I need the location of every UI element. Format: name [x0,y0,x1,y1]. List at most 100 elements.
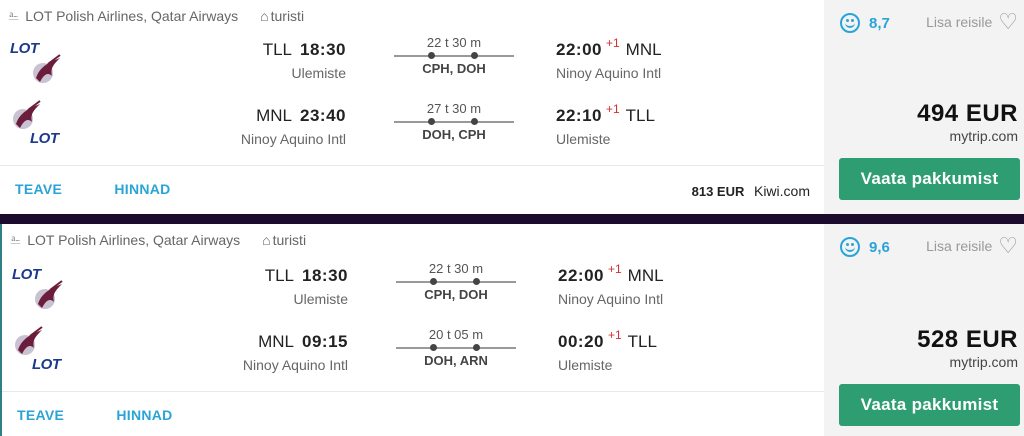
dep-time: 23:40 [300,106,346,125]
stop-dot [471,118,478,125]
price-source: mytrip.com [949,354,1018,370]
airline-logos-qatar-lot: LOT [8,100,64,154]
airline-logos-lot-qatar: LOT [8,40,64,88]
alt-price: 813 EUR [691,184,745,199]
save-to-trip[interactable]: Lisa reisile ♡ [926,11,1018,33]
flight-leg-return[interactable]: LOT MNL 23:40 Ninoy Aquino Intl 27 t 30 m… [0,100,824,160]
dep-airport: Ulemiste [293,291,348,307]
flight-leg-outbound[interactable]: LOT TLL 18:30 Ulemiste 22 t 30 m CPH, DOH [2,261,826,320]
prices-link[interactable]: HINNAD [116,407,172,423]
arrival: 00:20 +1 TLL Ulemiste [558,328,657,373]
arr-code: MNL [627,266,664,285]
rating: 9,6 [840,237,890,257]
card-header: ⎁ LOT Polish Airlines, Qatar Airways ⌂ t… [10,231,306,248]
save-label: Lisa reisile [926,14,993,30]
alt-source: Kiwi.com [753,183,810,199]
stop-dot [430,278,437,285]
card-header: ⎁ LOT Polish Airlines, Qatar Airways ⌂ t… [8,7,304,24]
dep-code: MNL [256,106,293,125]
duration: 27 t 30 m [426,101,482,116]
divider [0,165,824,166]
card-links: TEAVE HINNAD [17,407,221,423]
lot-logo: LOT [30,130,59,147]
cabin-label: turisti [270,7,305,24]
stop-dot [428,118,435,125]
route-line [394,118,514,125]
dep-code: TLL [262,40,293,59]
cabin-class: ⌂ turisti [262,232,306,248]
duration: 22 t 30 m [426,35,482,50]
airlines-label: LOT Polish Airlines, Qatar Airways [25,7,239,24]
smiley-icon [840,237,860,257]
arrival: 22:00 +1 MNL Ninoy Aquino Intl [558,262,664,307]
cabin-label: turisti [272,231,307,248]
alternative-offer[interactable]: 813 EUR Kiwi.com [692,183,810,199]
price-panel: 8,7 Lisa reisile ♡ 494 EUR mytrip.com Va… [824,0,1024,214]
day-offset: +1 [605,36,620,50]
prices-link[interactable]: HINNAD [114,181,170,197]
duration: 22 t 30 m [428,261,484,276]
card-links: TEAVE HINNAD [15,181,219,197]
day-offset: +1 [605,102,620,116]
dep-airport: Ninoy Aquino Intl [242,357,348,373]
lot-logo: LOT [32,356,61,373]
view-deal-button[interactable]: Vaata pakkumist [839,158,1020,200]
info-link[interactable]: TEAVE [17,407,64,423]
price-block: 528 EUR mytrip.com [917,326,1018,370]
view-deal-button[interactable]: Vaata pakkumist [839,384,1020,426]
tag-icon: ⌂ [260,7,269,24]
arr-airport: Ninoy Aquino Intl [556,65,662,81]
route-line [394,52,514,59]
heart-icon[interactable]: ♡ [998,235,1018,257]
departure: TLL 18:30 Ulemiste [263,40,346,81]
arr-airport: Ninoy Aquino Intl [558,291,664,307]
info-link[interactable]: TEAVE [15,181,62,197]
stopovers: DOH, CPH [422,127,486,142]
stop-dot [473,278,480,285]
dep-time: 18:30 [300,40,346,59]
stop-dot [471,52,478,59]
flight-route: 22 t 30 m CPH, DOH [396,261,516,302]
departure: TLL 18:30 Ulemiste [265,266,348,307]
duration: 20 t 05 m [428,327,484,342]
flight-route: 20 t 05 m DOH, ARN [396,327,516,368]
arr-time: 00:20 [558,332,604,351]
save-label: Lisa reisile [926,238,993,254]
seat-icon: ⎁ [10,231,22,247]
arr-time: 22:00 [556,40,602,59]
itinerary-panel: ⎁ LOT Polish Airlines, Qatar Airways ⌂ t… [0,224,826,436]
flight-leg-return[interactable]: LOT MNL 09:15 Ninoy Aquino Intl 20 t 05 m… [2,326,826,386]
dep-code: TLL [264,266,295,285]
price: 528 EUR [917,326,1018,353]
price-panel: 9,6 Lisa reisile ♡ 528 EUR mytrip.com Va… [824,224,1024,436]
price: 494 EUR [917,100,1018,127]
departure: MNL 23:40 Ninoy Aquino Intl [241,106,346,147]
qatar-oryx-icon [33,54,61,83]
itinerary-panel: ⎁ LOT Polish Airlines, Qatar Airways ⌂ t… [0,0,824,214]
tag-icon: ⌂ [262,231,271,248]
price-source: mytrip.com [949,128,1018,144]
stopovers: DOH, ARN [424,353,488,368]
seat-icon: ⎁ [8,7,20,23]
rating: 8,7 [840,13,890,33]
dep-time: 18:30 [302,266,348,285]
dep-code: MNL [258,332,295,351]
heart-icon[interactable]: ♡ [998,11,1018,33]
stop-dot [428,52,435,59]
rating-value: 8,7 [869,14,890,32]
dep-time: 09:15 [302,332,348,351]
arr-code: TLL [627,332,657,351]
flight-leg-outbound[interactable]: LOT TLL 18:30 Ulemiste 22 t 30 m CPH, DOH [0,35,824,94]
flight-route: 22 t 30 m CPH, DOH [394,35,514,76]
cabin-class: ⌂ turisti [260,8,304,24]
rating-value: 9,6 [869,238,890,256]
route-line [396,344,516,351]
route-line [396,278,516,285]
airlines-label: LOT Polish Airlines, Qatar Airways [27,231,241,248]
stopovers: CPH, DOH [422,61,486,76]
result-card[interactable]: ⎁ LOT Polish Airlines, Qatar Airways ⌂ t… [0,0,1024,214]
flight-route: 27 t 30 m DOH, CPH [394,101,514,142]
qatar-oryx-icon [15,326,43,355]
result-card[interactable]: ⎁ LOT Polish Airlines, Qatar Airways ⌂ t… [0,224,1024,436]
save-to-trip[interactable]: Lisa reisile ♡ [926,235,1018,257]
